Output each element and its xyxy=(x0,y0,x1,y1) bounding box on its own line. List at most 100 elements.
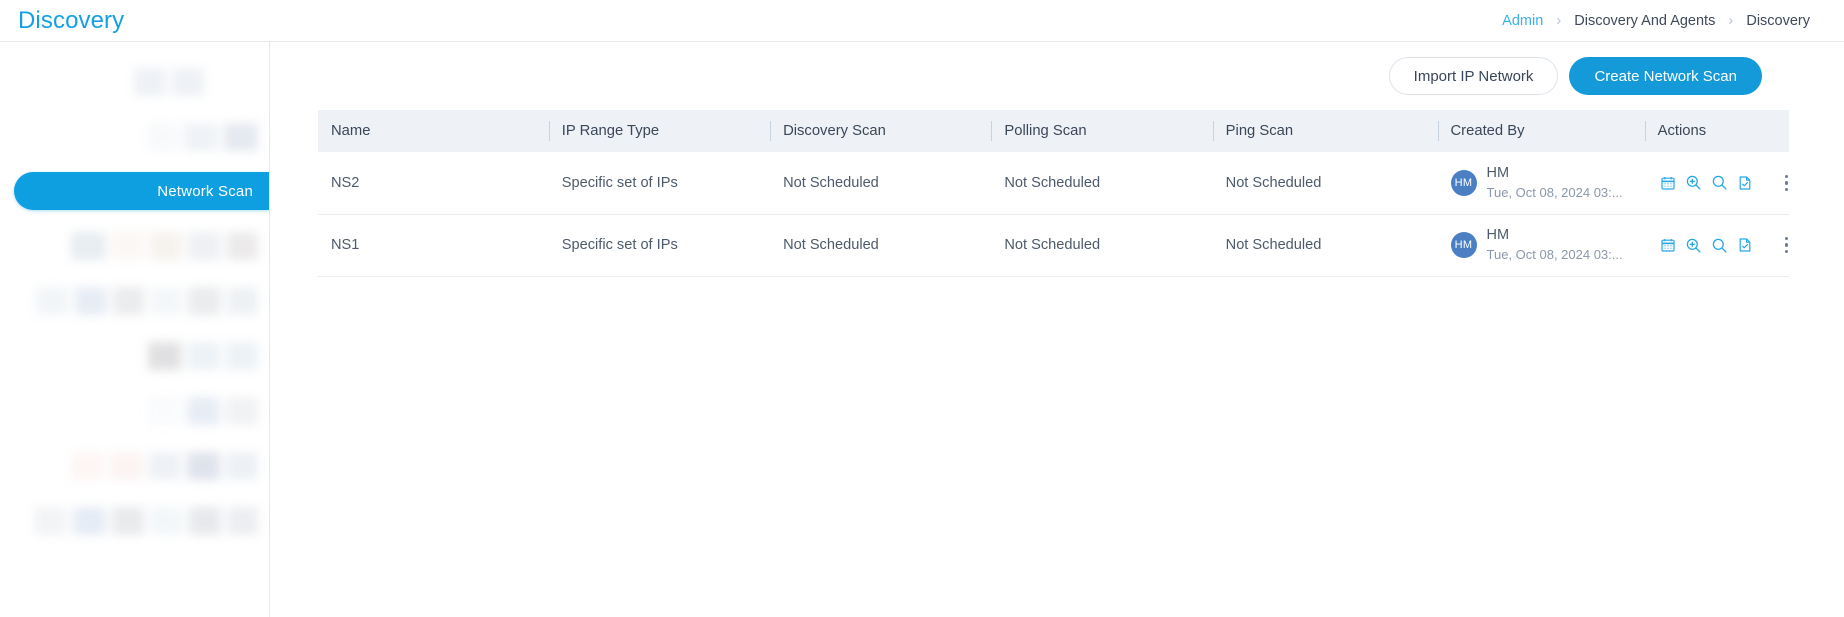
cell-created-by: HM HM Tue, Oct 08, 2024 03:... xyxy=(1438,152,1645,214)
cell-polling-scan: Not Scheduled xyxy=(991,214,1212,276)
breadcrumb-item-admin[interactable]: Admin xyxy=(1502,13,1543,29)
cell-ip-range-type: Specific set of IPs xyxy=(549,214,770,276)
created-by-date: Tue, Oct 08, 2024 03:... xyxy=(1487,246,1623,265)
placeholder-block xyxy=(150,232,182,260)
kebab-dot xyxy=(1785,175,1789,179)
placeholder-block xyxy=(188,232,221,260)
cell-discovery-scan: Not Scheduled xyxy=(770,152,991,214)
kebab-dot xyxy=(1785,181,1789,185)
document-check-icon[interactable] xyxy=(1737,236,1753,255)
sidebar-item-network-scan[interactable]: Network Scan xyxy=(14,172,269,210)
placeholder-block xyxy=(188,287,221,315)
placeholder-block xyxy=(148,342,181,370)
avatar: HM xyxy=(1451,170,1477,196)
placeholder-block xyxy=(112,507,144,535)
cell-created-by: HM HM Tue, Oct 08, 2024 03:... xyxy=(1438,214,1645,276)
placeholder-block xyxy=(71,232,106,260)
calendar-icon[interactable] xyxy=(1660,173,1676,192)
sidebar-placeholder-item xyxy=(0,383,269,438)
more-vertical-icon[interactable] xyxy=(1784,173,1789,193)
placeholder-block xyxy=(150,287,182,315)
cell-name: NS1 xyxy=(318,214,549,276)
table-body: NS2 Specific set of IPs Not Scheduled No… xyxy=(318,152,1789,276)
placeholder-block xyxy=(189,507,221,535)
row-actions xyxy=(1658,235,1789,255)
placeholder-block xyxy=(134,68,166,96)
sidebar-placeholder-item xyxy=(0,493,269,548)
sidebar-placeholder-item xyxy=(0,109,269,164)
kebab-dot xyxy=(1785,250,1789,254)
breadcrumb-item-discovery: Discovery xyxy=(1746,13,1810,29)
sidebar-placeholder-blocks xyxy=(148,342,258,370)
column-header-ping-scan[interactable]: Ping Scan xyxy=(1213,110,1438,152)
column-header-discovery-scan[interactable]: Discovery Scan xyxy=(770,110,991,152)
placeholder-block xyxy=(187,397,220,425)
placeholder-block xyxy=(34,507,67,535)
sidebar-placeholder-item xyxy=(0,54,269,109)
table-header-row: Name IP Range Type Discovery Scan Pollin… xyxy=(318,110,1789,152)
placeholder-block xyxy=(112,232,144,260)
table-row[interactable]: NS1 Specific set of IPs Not Scheduled No… xyxy=(318,214,1789,276)
sidebar-placeholder-blocks xyxy=(134,68,258,96)
table-header: Name IP Range Type Discovery Scan Pollin… xyxy=(318,110,1789,152)
placeholder-block xyxy=(36,287,69,315)
sidebar-item-label: Network Scan xyxy=(157,183,253,200)
cell-discovery-scan: Not Scheduled xyxy=(770,214,991,276)
action-toolbar: Import IP Network Create Network Scan xyxy=(318,42,1789,110)
main-content: Import IP Network Create Network Scan Na… xyxy=(270,42,1844,617)
created-by-text: HM Tue, Oct 08, 2024 03:... xyxy=(1487,225,1623,265)
placeholder-block xyxy=(226,342,258,370)
kebab-dot xyxy=(1785,188,1789,192)
placeholder-block xyxy=(210,68,258,96)
row-actions xyxy=(1658,173,1789,193)
sidebar-placeholder-blocks xyxy=(71,452,258,480)
column-header-name[interactable]: Name xyxy=(318,110,549,152)
created-by-name: HM xyxy=(1487,163,1623,184)
placeholder-block xyxy=(113,287,144,315)
breadcrumb-item-discovery-and-agents[interactable]: Discovery And Agents xyxy=(1574,13,1715,29)
placeholder-block xyxy=(184,123,218,151)
sidebar-placeholder-blocks xyxy=(71,232,258,260)
table-row[interactable]: NS2 Specific set of IPs Not Scheduled No… xyxy=(318,152,1789,214)
import-ip-network-button[interactable]: Import IP Network xyxy=(1389,57,1559,95)
sidebar-placeholder-blocks xyxy=(148,397,258,425)
body-wrapper: Network Scan xyxy=(0,42,1844,617)
avatar: HM xyxy=(1451,232,1477,258)
placeholder-block xyxy=(148,397,181,425)
create-network-scan-button[interactable]: Create Network Scan xyxy=(1569,57,1762,95)
placeholder-block xyxy=(227,287,258,315)
placeholder-block xyxy=(226,452,258,480)
more-vertical-icon[interactable] xyxy=(1784,235,1789,255)
calendar-icon[interactable] xyxy=(1660,236,1676,255)
placeholder-block xyxy=(73,507,106,535)
kebab-dot xyxy=(1785,237,1789,241)
search-icon[interactable] xyxy=(1711,236,1728,255)
column-header-ip-range-type[interactable]: IP Range Type xyxy=(549,110,770,152)
document-check-icon[interactable] xyxy=(1737,173,1753,192)
cell-polling-scan: Not Scheduled xyxy=(991,152,1212,214)
column-header-actions: Actions xyxy=(1645,110,1789,152)
placeholder-block xyxy=(226,397,258,425)
created-by-group: HM HM Tue, Oct 08, 2024 03:... xyxy=(1451,225,1645,265)
placeholder-block xyxy=(187,342,220,370)
search-icon[interactable] xyxy=(1711,173,1728,192)
cell-actions xyxy=(1645,152,1789,214)
placeholder-block xyxy=(224,123,258,151)
sidebar-placeholder-blocks xyxy=(36,287,258,315)
zoom-in-icon[interactable] xyxy=(1685,236,1702,255)
zoom-in-icon[interactable] xyxy=(1685,173,1702,192)
placeholder-block xyxy=(150,507,183,535)
placeholder-block xyxy=(75,287,107,315)
top-bar: Discovery Admin › Discovery And Agents ›… xyxy=(0,0,1844,42)
cell-name: NS2 xyxy=(318,152,549,214)
placeholder-block xyxy=(187,452,220,480)
created-by-text: HM Tue, Oct 08, 2024 03:... xyxy=(1487,163,1623,203)
sidebar: Network Scan xyxy=(0,42,270,617)
page-title: Discovery xyxy=(18,9,124,33)
kebab-dot xyxy=(1785,243,1789,247)
column-header-created-by[interactable]: Created By xyxy=(1438,110,1645,152)
created-by-name: HM xyxy=(1487,225,1623,246)
created-by-group: HM HM Tue, Oct 08, 2024 03:... xyxy=(1451,163,1645,203)
column-header-polling-scan[interactable]: Polling Scan xyxy=(991,110,1212,152)
sidebar-placeholder-item xyxy=(0,218,269,273)
